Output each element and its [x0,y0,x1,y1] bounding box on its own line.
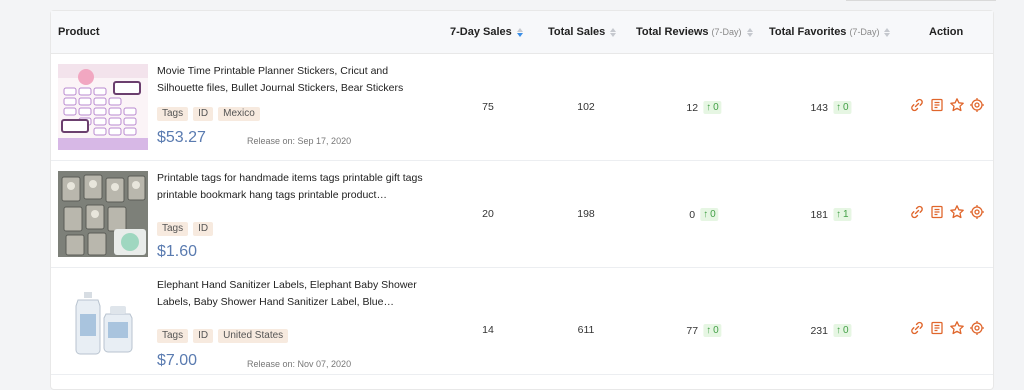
arrow-up-icon: ↑ [835,209,841,220]
table-row: Elephant Hand Sanitizer Labels, Elephant… [51,268,993,375]
product-title[interactable]: Elephant Hand Sanitizer Labels, Elephant… [157,277,427,311]
total-reviews-value: 0 [689,208,696,221]
favorites-delta-badge: ↑ 0 [832,101,852,114]
table-row: Printable tags for handmade items tags p… [51,161,993,268]
arrow-up-icon: ↑ [835,325,841,336]
product-price: $53.27 [157,129,206,146]
favorites-delta-value: 1 [842,209,849,220]
product-thumbnail[interactable] [58,171,148,257]
total-favorites-cell: 231 ↑ 0 [810,324,852,337]
tag-list: Tags ID [157,222,214,236]
country-badge: Mexico [218,107,260,121]
settings-icon[interactable] [969,97,985,113]
column-header-product: Product [58,11,100,53]
arrow-up-icon: ↑ [706,102,712,113]
column-header-total-reviews-sub: (7-Day) [711,27,742,37]
column-header-total-sales[interactable]: Total Sales [548,11,617,53]
row-actions [909,204,985,220]
favorites-delta-badge: ↑ 0 [832,324,852,337]
column-header-total-favorites-sub: (7-Day) [849,27,880,37]
id-badge[interactable]: ID [193,107,214,121]
sort-icon[interactable] [884,27,891,37]
sort-icon[interactable] [516,27,523,37]
link-icon[interactable] [909,320,925,336]
star-icon[interactable] [949,97,965,113]
arrow-up-icon: ↑ [706,325,712,336]
country-badge: United States [218,329,289,343]
arrow-up-icon: ↑ [703,209,709,220]
favorites-delta-value: 0 [842,102,849,113]
column-header-total-reviews[interactable]: Total Reviews (7-Day) [636,11,753,53]
report-icon[interactable] [929,204,945,220]
id-badge[interactable]: ID [193,329,214,343]
total-favorites-value: 231 [810,324,828,337]
star-icon[interactable] [949,204,965,220]
column-header-total-favorites-label: Total Favorites [769,26,847,38]
report-icon[interactable] [929,97,945,113]
settings-icon[interactable] [969,204,985,220]
total-reviews-value: 12 [686,101,699,114]
row-actions [909,320,985,336]
total-reviews-cell: 77 ↑ 0 [686,324,722,337]
release-date: Release on: Sep 17, 2020 [247,136,352,146]
column-header-7day-sales-label: 7-Day Sales [450,26,512,38]
seven-day-sales-value: 75 [482,101,494,113]
column-header-total-sales-label: Total Sales [548,26,606,38]
arrow-up-icon: ↑ [835,102,841,113]
product-price: $7.00 [157,352,198,369]
total-favorites-value: 143 [810,101,828,114]
product-title[interactable]: Movie Time Printable Planner Stickers, C… [157,63,427,97]
tag-list: Tags ID United States [157,329,289,343]
total-reviews-cell: 12 ↑ 0 [686,101,722,114]
link-icon[interactable] [909,97,925,113]
reviews-delta-badge: ↑ 0 [703,101,722,114]
product-price: $1.60 [157,243,198,260]
total-favorites-cell: 181 ↑ 1 [810,208,852,221]
total-reviews-value: 77 [686,324,699,337]
total-sales-value: 611 [577,324,595,336]
reviews-delta-value: 0 [713,102,719,113]
sort-icon[interactable] [610,27,617,37]
table-row: Movie Time Printable Planner Stickers, C… [51,54,993,161]
tag-badge[interactable]: Tags [157,222,189,236]
total-reviews-cell: 0 ↑ 0 [689,208,719,221]
id-badge[interactable]: ID [193,222,214,236]
total-sales-value: 102 [577,101,595,113]
reviews-delta-badge: ↑ 0 [700,208,719,221]
column-header-total-reviews-label: Total Reviews [636,26,709,38]
product-title[interactable]: Printable tags for handmade items tags p… [157,170,427,204]
total-favorites-value: 181 [810,208,828,221]
reviews-delta-value: 0 [713,325,719,336]
column-header-action: Action [929,11,963,53]
row-actions [909,97,985,113]
tag-list: Tags ID Mexico [157,107,260,121]
release-date: Release on: Nov 07, 2020 [247,359,352,369]
total-sales-value: 198 [577,208,595,220]
seven-day-sales-value: 20 [482,208,494,220]
column-header-total-favorites[interactable]: Total Favorites (7-Day) [769,11,891,53]
tag-badge[interactable]: Tags [157,107,189,121]
column-header-7day-sales[interactable]: 7-Day Sales [450,11,523,53]
seven-day-sales-value: 14 [482,324,494,336]
top-divider [846,0,996,1]
product-table: Product 7-Day Sales Total Sales Total Re… [50,10,994,390]
table-header: Product 7-Day Sales Total Sales Total Re… [51,11,993,54]
favorites-delta-value: 0 [842,325,849,336]
reviews-delta-badge: ↑ 0 [703,324,722,337]
column-header-product-label: Product [58,26,100,38]
reviews-delta-value: 0 [710,209,716,220]
product-thumbnail[interactable] [58,64,148,150]
settings-icon[interactable] [969,320,985,336]
favorites-delta-badge: ↑ 1 [832,208,852,221]
sort-icon[interactable] [746,27,753,37]
report-icon[interactable] [929,320,945,336]
column-header-action-label: Action [929,26,964,38]
product-thumbnail[interactable] [58,278,148,364]
link-icon[interactable] [909,204,925,220]
total-favorites-cell: 143 ↑ 0 [810,101,852,114]
tag-badge[interactable]: Tags [157,329,189,343]
star-icon[interactable] [949,320,965,336]
